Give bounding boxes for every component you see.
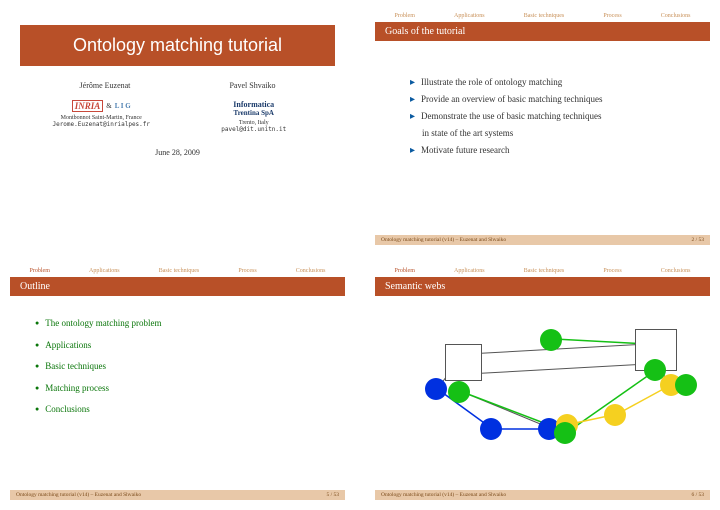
author-2: Pavel Shvaiko (229, 81, 275, 90)
slide-title-bar: Goals of the tutorial (375, 22, 710, 41)
nav-bar: Problem Applications Basic techniques Pr… (375, 265, 710, 277)
diagram-node (480, 418, 502, 440)
goals-list: Illustrate the role of ontology matching… (390, 74, 695, 159)
outline-item: The ontology matching problem (35, 313, 330, 335)
nav-problem[interactable]: Problem (395, 268, 415, 274)
diagram-node (540, 329, 562, 351)
nav-process[interactable]: Process (603, 13, 621, 19)
nav-basic[interactable]: Basic techniques (524, 13, 565, 19)
nav-process[interactable]: Process (238, 268, 256, 274)
lig-logo: L I G (115, 102, 131, 110)
goal-item: Motivate future research (410, 142, 695, 159)
nav-applications[interactable]: Applications (454, 268, 485, 274)
diagram-node (604, 404, 626, 426)
nav-basic[interactable]: Basic techniques (524, 268, 565, 274)
nav-process[interactable]: Process (603, 268, 621, 274)
affil-1: INRIA & L I G Montbonnot Saint-Martin, F… (33, 100, 170, 133)
footer-text: Ontology matching tutorial (v14) – Euzen… (381, 492, 506, 498)
nav-problem[interactable]: Problem (395, 13, 415, 19)
diagram-node (554, 422, 576, 444)
slide-semantic-webs: Problem Applications Basic techniques Pr… (375, 265, 710, 500)
slide-title-bar: Outline (10, 277, 345, 296)
nav-basic[interactable]: Basic techniques (159, 268, 200, 274)
authors-row: Jérôme Euzenat Pavel Shvaiko (30, 81, 325, 90)
diagram-node (425, 378, 447, 400)
affil2-email: pavel@dit.unitn.it (185, 126, 322, 133)
diagram-node (675, 374, 697, 396)
nav-applications[interactable]: Applications (89, 268, 120, 274)
outline-item: Basic techniques (35, 356, 330, 378)
slide-footer: Ontology matching tutorial (v14) – Euzen… (375, 490, 710, 500)
page-number: 2 / 53 (691, 237, 704, 243)
slide-title: Ontology matching tutorial Jérôme Euzena… (10, 10, 345, 245)
affiliations: INRIA & L I G Montbonnot Saint-Martin, F… (25, 100, 330, 133)
slide-footer: Ontology matching tutorial (v14) – Euzen… (375, 235, 710, 245)
footer-text: Ontology matching tutorial (v14) – Euzen… (381, 237, 506, 243)
main-title: Ontology matching tutorial (20, 25, 335, 66)
affil-2: Informatica Trentina SpA Trento, Italy p… (185, 100, 322, 133)
goal-item: Illustrate the role of ontology matching (410, 74, 695, 91)
nav-bar: Problem Applications Basic techniques Pr… (375, 10, 710, 22)
nav-bar: Problem Applications Basic techniques Pr… (10, 265, 345, 277)
inria-logo: INRIA (72, 100, 104, 112)
diagram-box (445, 344, 482, 381)
nav-problem[interactable]: Problem (30, 268, 50, 274)
goal-item-sub: in state of the art systems (410, 125, 695, 142)
slide-outline: Problem Applications Basic techniques Pr… (10, 265, 345, 500)
page-number: 6 / 53 (691, 492, 704, 498)
trentina-logo: Trentina SpA (234, 109, 274, 117)
diagram-node (448, 381, 470, 403)
presentation-date: June 28, 2009 (10, 148, 345, 157)
slide-footer: Ontology matching tutorial (v14) – Euzen… (10, 490, 345, 500)
outline-item: Matching process (35, 378, 330, 400)
semantic-web-diagram (390, 314, 695, 444)
nav-conclusions[interactable]: Conclusions (661, 13, 691, 19)
slide-goals: Problem Applications Basic techniques Pr… (375, 10, 710, 245)
author-1: Jérôme Euzenat (80, 81, 131, 90)
footer-text: Ontology matching tutorial (v14) – Euzen… (16, 492, 141, 498)
amp-icon: & (106, 102, 111, 110)
nav-applications[interactable]: Applications (454, 13, 485, 19)
goal-item: Demonstrate the use of basic matching te… (410, 108, 695, 125)
informatica-logo: Informatica (233, 100, 274, 109)
page-number: 5 / 53 (326, 492, 339, 498)
outline-item: Applications (35, 335, 330, 357)
outline-item: Conclusions (35, 399, 330, 421)
outline-list: The ontology matching problem Applicatio… (25, 313, 330, 421)
slide-title-bar: Semantic webs (375, 277, 710, 296)
affil1-email: Jerome.Euzenat@inrialpes.fr (33, 121, 170, 128)
nav-conclusions[interactable]: Conclusions (661, 268, 691, 274)
goal-item: Provide an overview of basic matching te… (410, 91, 695, 108)
nav-conclusions[interactable]: Conclusions (296, 268, 326, 274)
